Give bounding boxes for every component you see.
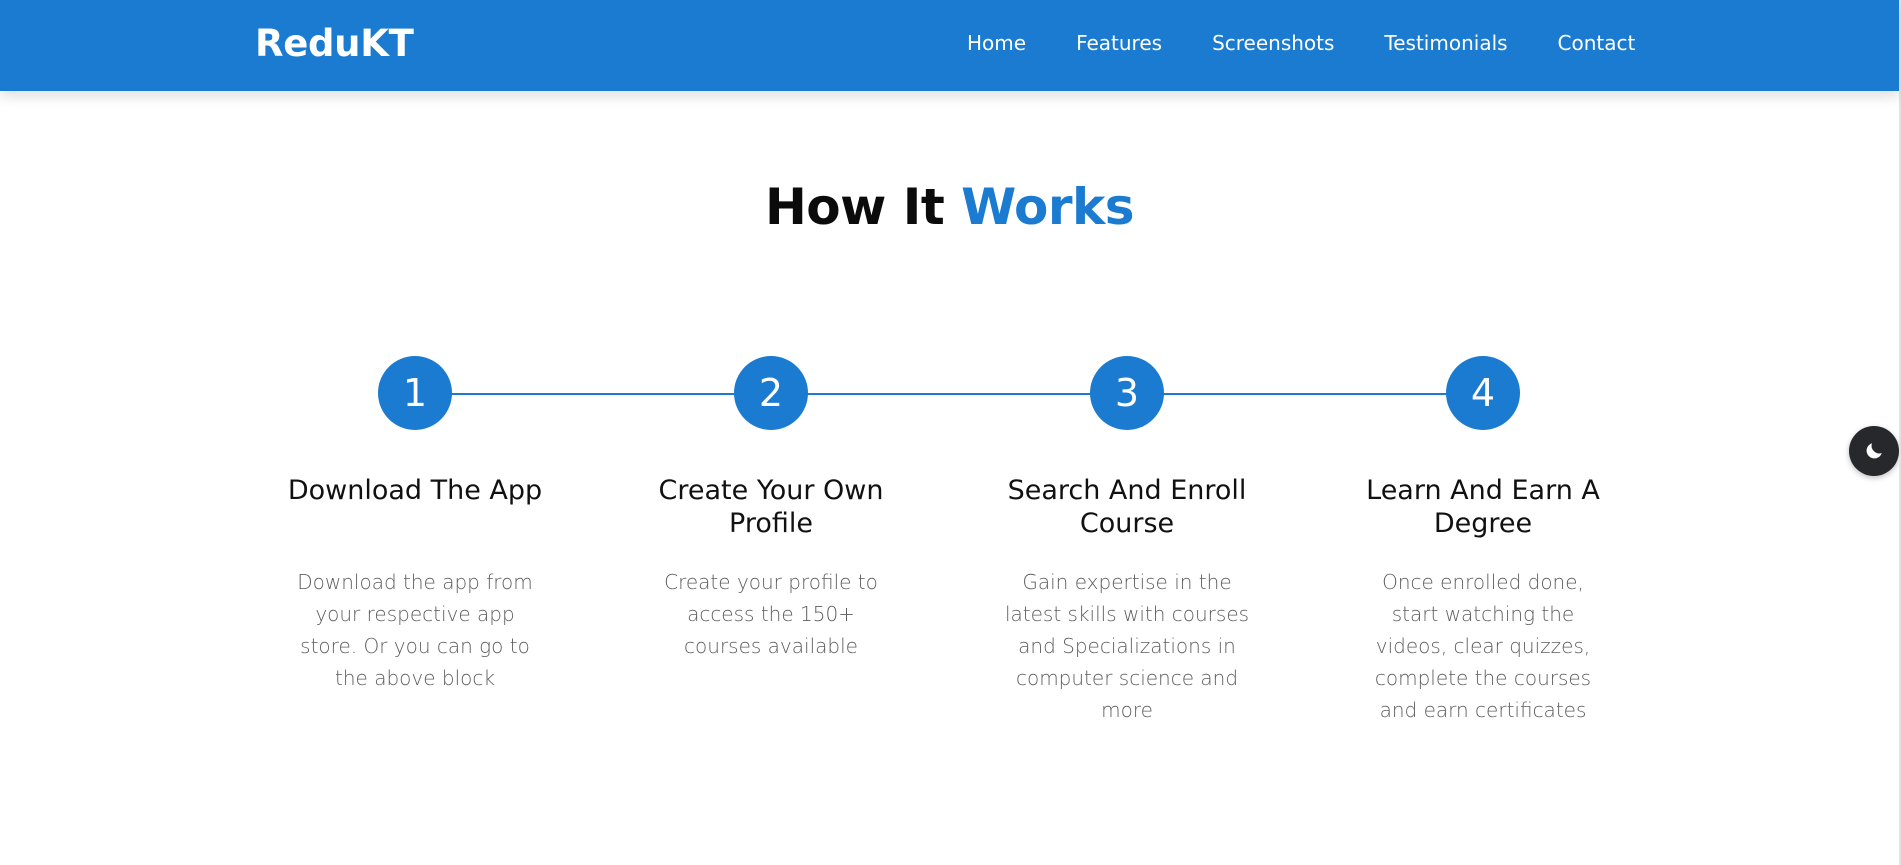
nav-link-contact[interactable]: Contact: [1558, 31, 1636, 55]
nav-links: Home Features Screenshots Testimonials C…: [967, 31, 1635, 55]
nav-link-screenshots[interactable]: Screenshots: [1212, 31, 1334, 55]
step-number-circle: 3: [1090, 356, 1164, 430]
brand-logo[interactable]: ReduKT: [255, 22, 414, 65]
step-description: Gain expertise in the latest skills with…: [1004, 570, 1250, 722]
step-title: Download The App: [287, 475, 543, 506]
top-navbar: ReduKT Home Features Screenshots Testimo…: [0, 0, 1899, 91]
section-title-accent: Works: [961, 178, 1135, 236]
timeline-connector: [806, 393, 1092, 395]
step-description: Once enrolled done, start watching the v…: [1374, 570, 1592, 722]
nav-link-testimonials[interactable]: Testimonials: [1384, 31, 1507, 55]
step-title: Create Your Own Profile: [658, 475, 884, 539]
step-number-circle: 2: [734, 356, 808, 430]
nav-link-features[interactable]: Features: [1076, 31, 1162, 55]
step-description: Download the app from your respective ap…: [297, 570, 533, 690]
step-number-circle: 1: [378, 356, 452, 430]
moon-icon: [1863, 440, 1885, 462]
step-number-circle: 4: [1446, 356, 1520, 430]
timeline-connector: [450, 393, 736, 395]
step-description: Create your profile to access the 150+ c…: [664, 570, 878, 658]
timeline-connector: [1162, 393, 1448, 395]
step-title: Search And Enroll Course: [1007, 475, 1247, 539]
section-title-main: How It: [764, 178, 962, 236]
nav-link-home[interactable]: Home: [967, 31, 1026, 55]
theme-toggle-button[interactable]: [1849, 426, 1899, 476]
step-title: Learn And Earn A Degree: [1366, 475, 1600, 539]
section-title: How It Works: [0, 178, 1899, 236]
